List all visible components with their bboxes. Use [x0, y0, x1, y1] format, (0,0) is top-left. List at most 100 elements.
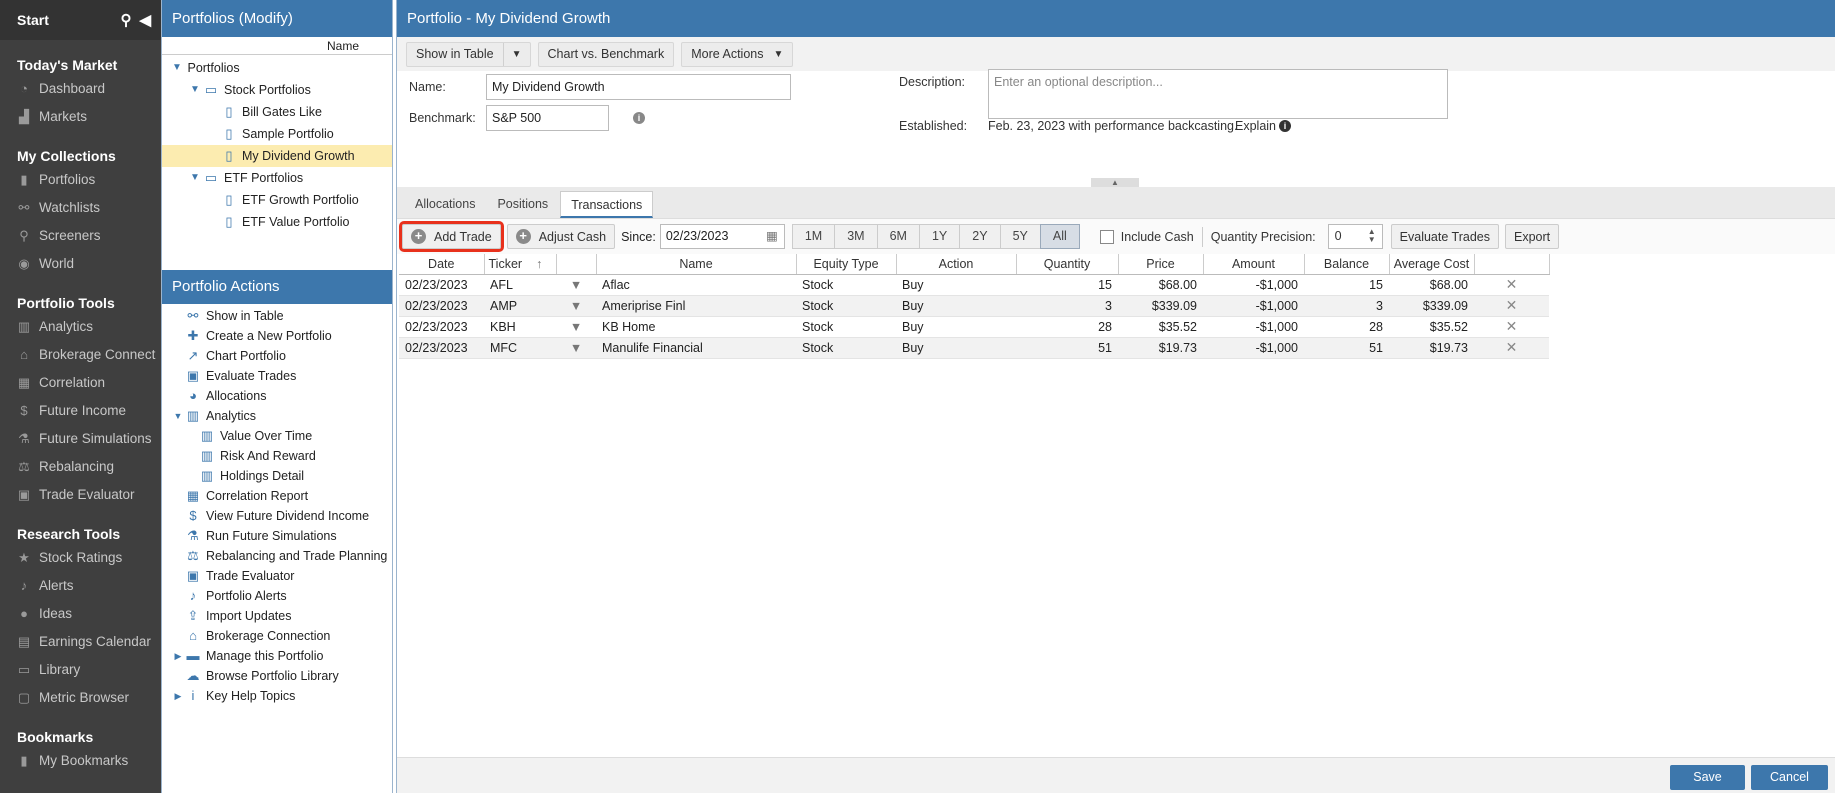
- column-header[interactable]: Average Cost: [1389, 254, 1475, 275]
- action-item[interactable]: ⚗ Run Future Simulations: [162, 526, 392, 546]
- tree-item[interactable]: ▯ Sample Portfolio: [162, 123, 392, 145]
- range-5y-button[interactable]: 5Y: [999, 224, 1041, 249]
- nav-item[interactable]: ⚯ Watchlists: [0, 194, 161, 222]
- tree-item[interactable]: ▼ Portfolios: [162, 57, 392, 79]
- tab-allocations[interactable]: Allocations: [405, 191, 485, 218]
- quantity-precision-stepper[interactable]: 0 ▲ ▼: [1327, 224, 1383, 249]
- expand-toggle-icon[interactable]: ▶: [172, 646, 184, 666]
- range-1y-button[interactable]: 1Y: [918, 224, 961, 249]
- action-item[interactable]: ▥ Risk And Reward: [162, 446, 392, 466]
- nav-item[interactable]: ⚗ Future Simulations: [0, 425, 161, 453]
- action-item[interactable]: ▶ ▬ Manage this Portfolio: [162, 646, 392, 666]
- column-header[interactable]: Balance: [1304, 254, 1390, 275]
- adjust-cash-button[interactable]: + Adjust Cash: [506, 224, 616, 249]
- action-item[interactable]: $ View Future Dividend Income: [162, 506, 392, 526]
- tree-item[interactable]: ▯ ETF Value Portfolio: [162, 211, 392, 233]
- action-item[interactable]: ▶ i Key Help Topics: [162, 686, 392, 706]
- checkbox-icon[interactable]: [1099, 229, 1114, 244]
- tab-positions[interactable]: Positions: [487, 191, 558, 218]
- stepper-arrows-icon[interactable]: ▲ ▼: [1368, 228, 1376, 244]
- save-button[interactable]: Save: [1670, 765, 1745, 790]
- tree-item[interactable]: ▼ ▭ Stock Portfolios: [162, 79, 392, 101]
- nav-item[interactable]: ⌂ Brokerage Connect: [0, 341, 161, 369]
- column-header[interactable]: Equity Type: [796, 254, 897, 275]
- column-header[interactable]: Ticker ↑: [484, 254, 557, 275]
- chart-vs-benchmark-button[interactable]: Chart vs. Benchmark: [537, 41, 675, 67]
- description-field[interactable]: Enter an optional description...: [988, 69, 1448, 119]
- nav-item[interactable]: ♪ Alerts: [0, 572, 161, 600]
- column-header[interactable]: Action: [896, 254, 1017, 275]
- expand-toggle-icon[interactable]: ▼: [172, 406, 184, 426]
- action-item[interactable]: ⚖ Rebalancing and Trade Planning: [162, 546, 392, 566]
- delete-icon[interactable]: ✕: [1474, 337, 1549, 359]
- nav-item[interactable]: ▟ Markets: [0, 103, 161, 131]
- delete-icon[interactable]: ✕: [1474, 316, 1549, 338]
- nav-item[interactable]: $ Future Income: [0, 397, 161, 425]
- column-header[interactable]: [1474, 254, 1550, 275]
- tree-item[interactable]: ▯ My Dividend Growth: [162, 145, 392, 167]
- nav-item[interactable]: ◉ World: [0, 250, 161, 278]
- range-all-button[interactable]: All: [1039, 224, 1080, 249]
- cancel-button[interactable]: Cancel: [1751, 765, 1828, 790]
- name-field[interactable]: My Dividend Growth: [486, 74, 791, 100]
- action-item[interactable]: ♪ Portfolio Alerts: [162, 586, 392, 606]
- nav-item[interactable]: ▮ My Bookmarks: [0, 747, 161, 775]
- action-item[interactable]: ⇪ Import Updates: [162, 606, 392, 626]
- nav-item[interactable]: ▣ Trade Evaluator: [0, 481, 161, 509]
- action-item[interactable]: ▦ Correlation Report: [162, 486, 392, 506]
- column-header[interactable]: [556, 254, 597, 275]
- column-header[interactable]: Quantity: [1016, 254, 1119, 275]
- nav-item[interactable]: ★ Stock Ratings: [0, 544, 161, 572]
- column-header[interactable]: Name: [596, 254, 797, 275]
- range-6m-button[interactable]: 6M: [876, 224, 920, 249]
- action-item[interactable]: ⌂ Brokerage Connection: [162, 626, 392, 646]
- add-trade-button[interactable]: + Add Trade: [399, 221, 504, 252]
- action-item[interactable]: ▥ Holdings Detail: [162, 466, 392, 486]
- nav-item[interactable]: ⚲ Screeners: [0, 222, 161, 250]
- nav-item[interactable]: ▥ Analytics: [0, 313, 161, 341]
- tree-item[interactable]: ▯ ETF Growth Portfolio: [162, 189, 392, 211]
- range-3m-button[interactable]: 3M: [834, 224, 878, 249]
- calendar-icon[interactable]: ▦: [766, 225, 778, 248]
- action-item[interactable]: ▼ ▥ Analytics: [162, 406, 392, 426]
- filter-icon[interactable]: ▼: [556, 274, 596, 296]
- column-header[interactable]: Date: [399, 254, 485, 275]
- export-button[interactable]: Export: [1505, 224, 1560, 249]
- expand-toggle-icon[interactable]: ▼: [188, 79, 202, 101]
- expand-toggle-icon[interactable]: ▼: [188, 167, 202, 189]
- search-icon[interactable]: ⚲: [120, 11, 131, 29]
- filter-icon[interactable]: ▼: [556, 337, 596, 359]
- more-actions-button[interactable]: More Actions ▼: [681, 41, 794, 67]
- action-item[interactable]: ◕ Allocations: [162, 386, 392, 406]
- action-item[interactable]: ☁ Browse Portfolio Library: [162, 666, 392, 686]
- tab-transactions[interactable]: Transactions: [560, 191, 654, 218]
- filter-icon[interactable]: ▼: [556, 295, 596, 317]
- tree-item[interactable]: ▼ ▭ ETF Portfolios: [162, 167, 392, 189]
- sort-ascending-icon[interactable]: ↑: [536, 257, 542, 271]
- action-item[interactable]: ▥ Value Over Time: [162, 426, 392, 446]
- collapse-nav-icon[interactable]: ◀: [139, 11, 151, 29]
- action-item[interactable]: ⚯ Show in Table: [162, 306, 392, 326]
- info-icon[interactable]: i: [1279, 120, 1291, 132]
- column-header[interactable]: Amount: [1203, 254, 1305, 275]
- nav-item[interactable]: ⚖ Rebalancing: [0, 453, 161, 481]
- chevron-up-icon[interactable]: ▲: [1091, 178, 1139, 187]
- range-2y-button[interactable]: 2Y: [959, 224, 1001, 249]
- tree-item[interactable]: ▯ Bill Gates Like: [162, 101, 392, 123]
- delete-icon[interactable]: ✕: [1474, 274, 1549, 296]
- action-item[interactable]: ↗ Chart Portfolio: [162, 346, 392, 366]
- range-1m-button[interactable]: 1M: [791, 224, 836, 249]
- start-label[interactable]: Start: [17, 12, 49, 28]
- since-date-input[interactable]: 02/23/2023 ▦: [659, 224, 785, 249]
- nav-item[interactable]: ▢ Metric Browser: [0, 684, 161, 712]
- nav-item[interactable]: ◔ Dashboard: [0, 75, 161, 103]
- expand-toggle-icon[interactable]: ▶: [172, 686, 184, 706]
- evaluate-trades-button[interactable]: Evaluate Trades: [1390, 224, 1499, 249]
- info-icon[interactable]: i: [633, 112, 645, 124]
- action-item[interactable]: ▣ Evaluate Trades: [162, 366, 392, 386]
- action-item[interactable]: ▣ Trade Evaluator: [162, 566, 392, 586]
- chevron-down-icon[interactable]: ▼: [502, 42, 530, 66]
- include-cash-checkbox[interactable]: Include Cash: [1099, 226, 1203, 247]
- nav-item[interactable]: ▮ Portfolios: [0, 166, 161, 194]
- action-item[interactable]: ✚ Create a New Portfolio: [162, 326, 392, 346]
